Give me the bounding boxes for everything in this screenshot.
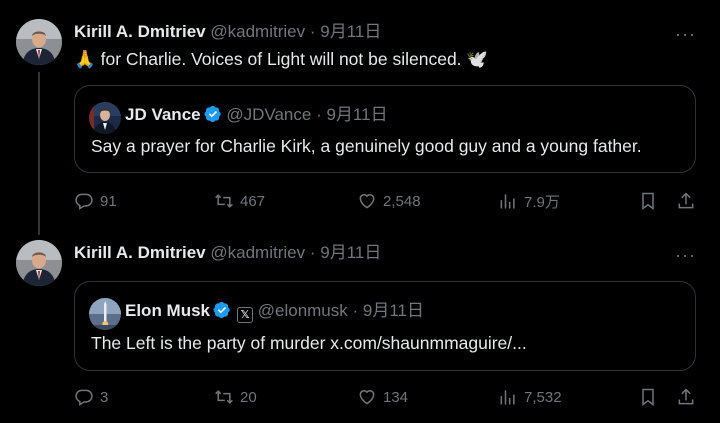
author-handle[interactable]: @kadmitriev (210, 243, 305, 262)
separator-dot: · (309, 243, 316, 262)
quoted-tweet-text: The Left is the party of murder x.com/sh… (91, 333, 527, 353)
quoted-author-name[interactable]: JD Vance (125, 105, 201, 124)
reply-count: 3 (100, 388, 109, 406)
more-options-icon[interactable]: ··· (675, 25, 696, 43)
quoted-author-handle[interactable]: @elonmusk (258, 301, 348, 320)
separator-dot: · (316, 105, 322, 124)
repost-count: 467 (240, 192, 266, 210)
views-chart-icon (500, 390, 515, 405)
quoted-tweet[interactable]: JD Vance @JDVance · 9月11日 Say a prayer f… (74, 85, 696, 173)
author-name[interactable]: Kirill A. Dmitriev (74, 243, 206, 262)
share-icon (678, 388, 694, 405)
author-handle[interactable]: @kadmitriev (210, 22, 305, 41)
quoted-tweet[interactable]: Elon Musk 𝕏 @elonmusk · 9月11日 The Left is… (74, 281, 696, 371)
like-button[interactable]: 2,548 (357, 189, 421, 213)
like-button[interactable]: 134 (357, 385, 408, 409)
quoted-author-name[interactable]: Elon Musk (125, 301, 210, 320)
tweet-actions: 91 467 2,548 7.9万 (74, 189, 698, 213)
view-count: 7,532 (524, 388, 562, 406)
x-affiliate-badge-icon: 𝕏 (237, 307, 254, 323)
bookmark-button[interactable] (638, 189, 658, 213)
verified-badge-icon (213, 301, 230, 319)
repost-icon (215, 194, 233, 208)
avatar-portrait (16, 240, 62, 286)
tweet-date[interactable]: 9月11日 (320, 22, 381, 41)
bookmark-icon (642, 388, 654, 406)
rocket-avatar-icon (89, 298, 121, 330)
tweet-header: Kirill A. Dmitriev @kadmitriev · 9月11日 (74, 243, 381, 263)
bookmark-icon (642, 192, 654, 210)
quoted-author-avatar (89, 298, 121, 330)
author-avatar[interactable] (16, 19, 62, 65)
reply-icon (75, 193, 93, 210)
tweet-2[interactable]: Kirill A. Dmitriev @kadmitriev · 9月11日 ·… (0, 235, 720, 423)
tweet-text: 🙏 for Charlie. Voices of Light will not … (74, 49, 489, 69)
verified-badge-icon (204, 105, 221, 123)
tweet-header: Kirill A. Dmitriev @kadmitriev · 9月11日 (74, 22, 381, 42)
quoted-tweet-date[interactable]: 9月11日 (363, 301, 424, 320)
tweet-1[interactable]: Kirill A. Dmitriev @kadmitriev · 9月11日 ·… (0, 0, 720, 235)
like-count: 2,548 (383, 192, 421, 210)
share-button[interactable] (676, 189, 696, 213)
quoted-tweet-date[interactable]: 9月11日 (326, 105, 387, 124)
thread-connector-line (38, 72, 40, 235)
heart-icon (359, 194, 375, 209)
separator-dot: · (309, 22, 316, 41)
more-options-icon[interactable]: ··· (675, 246, 696, 264)
reply-button[interactable]: 3 (74, 385, 108, 409)
author-avatar[interactable] (16, 240, 62, 286)
quoted-tweet-header: Elon Musk 𝕏 @elonmusk · 9月11日 (125, 301, 424, 323)
reply-icon (75, 389, 93, 406)
author-name[interactable]: Kirill A. Dmitriev (74, 22, 206, 41)
avatar-portrait (89, 102, 121, 134)
reply-count: 91 (100, 192, 117, 210)
quoted-tweet-header: JD Vance @JDVance · 9月11日 (125, 105, 388, 125)
heart-icon (359, 390, 375, 405)
quoted-tweet-text: Say a prayer for Charlie Kirk, a genuine… (91, 136, 642, 156)
repost-button[interactable]: 20 (214, 385, 257, 409)
tweet-actions: 3 20 134 7,532 (74, 385, 698, 409)
share-button[interactable] (676, 385, 696, 409)
reply-button[interactable]: 91 (74, 189, 117, 213)
quoted-author-avatar (89, 102, 121, 134)
repost-icon (215, 390, 233, 404)
separator-dot: · (352, 301, 359, 320)
repost-button[interactable]: 467 (214, 189, 265, 213)
tweet-date[interactable]: 9月11日 (320, 243, 381, 262)
views-button[interactable]: 7,532 (498, 385, 562, 409)
repost-count: 20 (240, 388, 257, 406)
views-chart-icon (500, 194, 515, 209)
avatar-portrait (16, 19, 62, 65)
share-icon (678, 192, 694, 209)
quoted-author-handle[interactable]: @JDVance (226, 105, 311, 124)
view-count: 7.9万 (524, 193, 560, 211)
views-button[interactable]: 7.9万 (498, 189, 560, 213)
bookmark-button[interactable] (638, 385, 658, 409)
like-count: 134 (383, 388, 409, 406)
